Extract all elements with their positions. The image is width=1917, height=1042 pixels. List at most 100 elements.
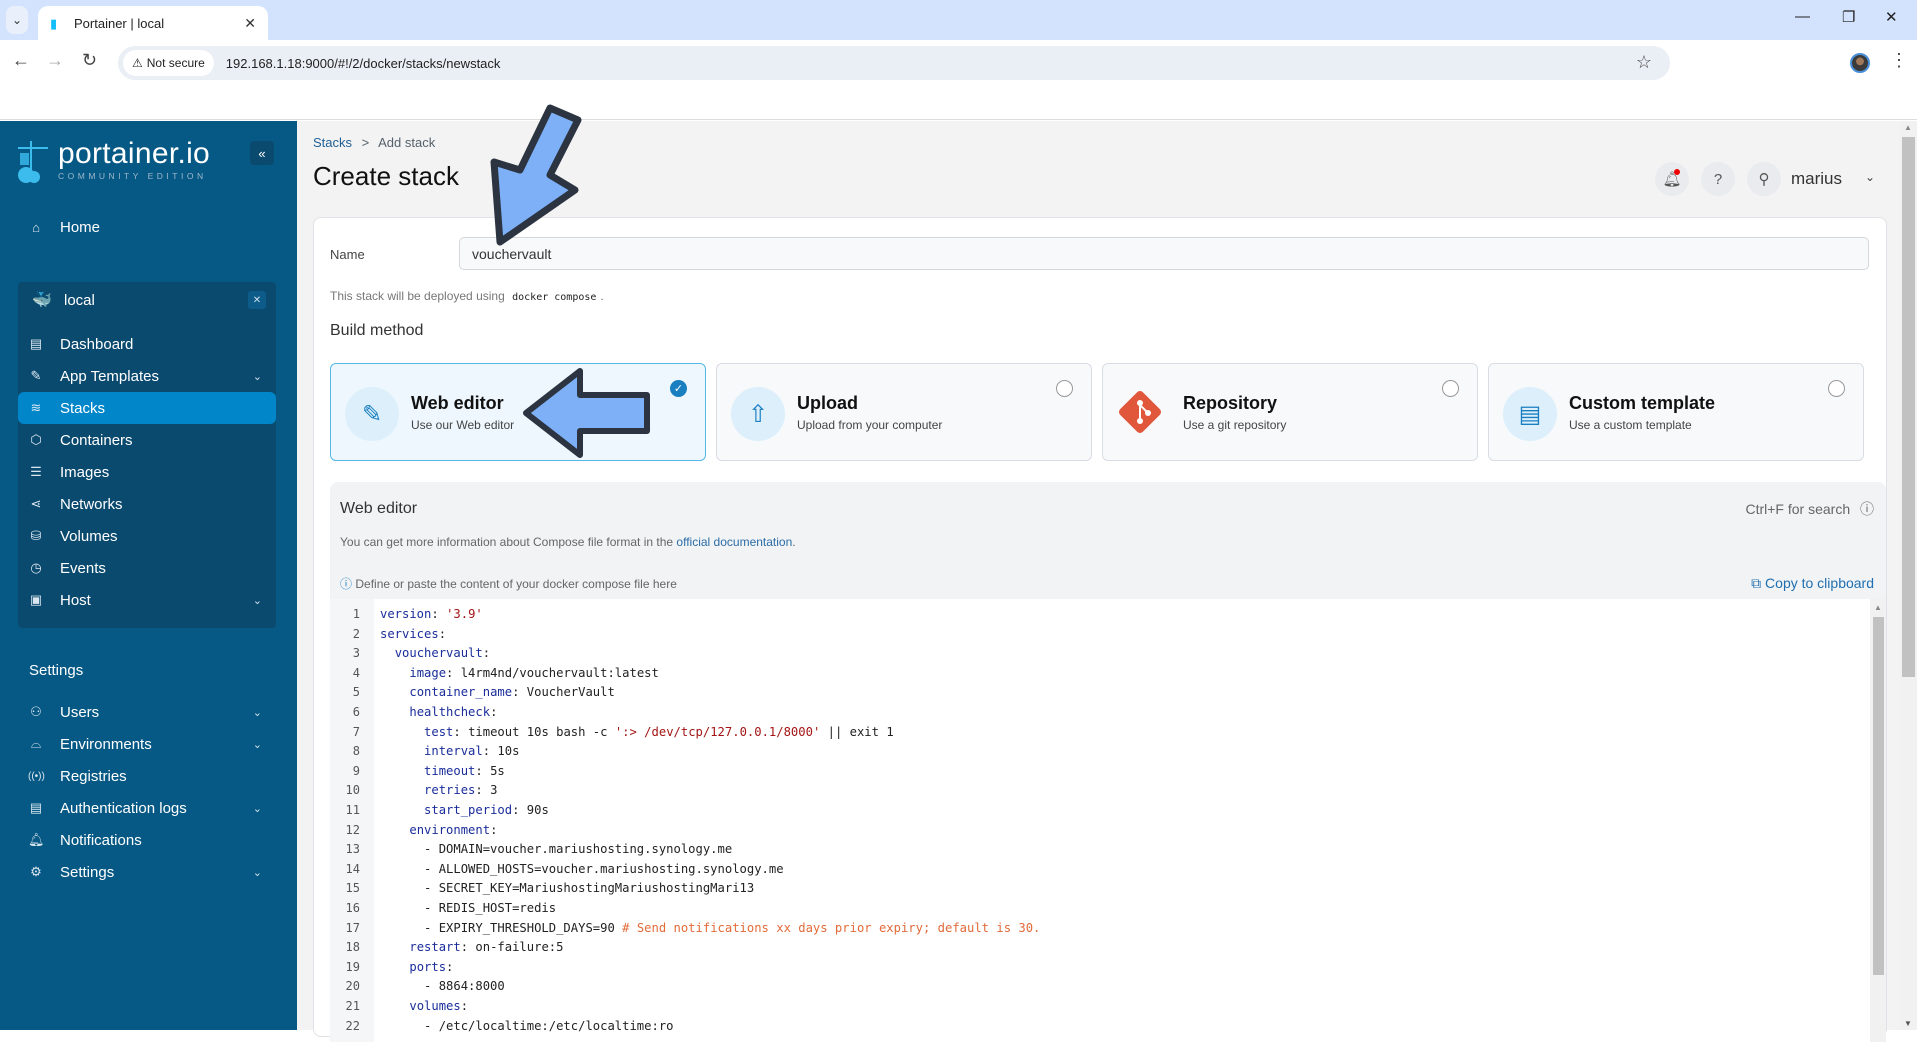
sidebar-item-app-templates[interactable]: ✎ App Templates ⌄ xyxy=(18,360,276,392)
code-line: - 8864:8000 xyxy=(380,979,505,994)
selected-check-icon[interactable]: ✓ xyxy=(670,380,687,397)
notifications-button[interactable]: 🔔︎ xyxy=(1655,162,1689,196)
sidebar-item-networks[interactable]: ⋖ Networks xyxy=(18,488,276,520)
portainer-logo[interactable]: portainer.io COMMUNITY EDITION xyxy=(16,139,210,185)
chevron-down-icon: ⌄ xyxy=(252,594,262,607)
radio-button[interactable] xyxy=(1056,380,1073,397)
security-indicator[interactable]: ⚠ Not secure xyxy=(123,50,214,76)
sidebar-item-registries[interactable]: ((•)) Registries xyxy=(18,760,276,792)
reload-icon[interactable]: ↻ xyxy=(82,50,97,71)
copy-to-clipboard-button[interactable]: ⧉ Copy to clipboard xyxy=(1751,575,1874,592)
gear-icon: ⚙ xyxy=(30,864,42,879)
chevron-down-icon: ⌄ xyxy=(252,866,262,879)
scroll-up-icon[interactable]: ▲ xyxy=(1904,123,1912,132)
list-icon: ☰ xyxy=(30,464,42,479)
bell-icon: 🔔︎ xyxy=(28,832,45,847)
build-method-web-editor[interactable]: ✎ Web editor Use our Web editor ✓ xyxy=(330,363,706,461)
line-number: 15 xyxy=(345,881,360,896)
deploy-hint-suffix: . xyxy=(600,289,604,303)
radio-button[interactable] xyxy=(1442,380,1459,397)
help-button[interactable]: ? xyxy=(1701,162,1735,196)
official-documentation-link[interactable]: official documentation xyxy=(676,535,792,549)
layers-icon: ≋ xyxy=(30,400,42,415)
close-environment-button[interactable]: ✕ xyxy=(248,291,266,309)
build-method-upload[interactable]: ⇧ Upload Upload from your computer xyxy=(716,363,1092,461)
browser-tab[interactable]: ▮ Portainer | local ✕ xyxy=(38,6,268,40)
build-method-title: Build method xyxy=(330,322,424,339)
build-method-custom-template[interactable]: ▤ Custom template Use a custom template xyxy=(1488,363,1864,461)
breadcrumb-stacks-link[interactable]: Stacks xyxy=(313,135,352,150)
close-icon: ✕ xyxy=(252,294,262,306)
sidebar-item-home[interactable]: ⌂ Home xyxy=(18,211,276,243)
line-number: 17 xyxy=(345,920,360,935)
editor-scrollbar[interactable]: ▲ xyxy=(1870,599,1886,1042)
tab-search-button[interactable]: ⌄ xyxy=(6,6,28,34)
compose-info: You can get more information about Compo… xyxy=(340,535,796,549)
sidebar-item-label: Notifications xyxy=(60,831,142,849)
code-line: ports: xyxy=(409,959,454,974)
copy-icon: ⧉ xyxy=(1751,575,1762,591)
line-number: 2 xyxy=(352,626,360,641)
profile-avatar[interactable] xyxy=(1850,53,1870,73)
user-menu-avatar[interactable]: ⚲ xyxy=(1747,162,1781,196)
sidebar-item-containers[interactable]: ⬡ Containers xyxy=(18,424,276,456)
minimize-icon[interactable]: — xyxy=(1795,8,1810,25)
copy-label: Copy to clipboard xyxy=(1765,575,1874,591)
build-method-title-text: Web editor xyxy=(411,393,504,413)
sidebar-item-volumes[interactable]: ⛁ Volumes xyxy=(18,520,276,552)
breadcrumb-current: Add stack xyxy=(378,135,436,150)
editor-scrollbar-thumb[interactable] xyxy=(1873,617,1884,975)
browser-menu-icon[interactable]: ⋮ xyxy=(1890,50,1908,71)
page-scrollbar[interactable]: ▲ ▼ xyxy=(1900,121,1917,1030)
scroll-down-icon[interactable]: ▼ xyxy=(1904,1019,1912,1028)
radio-button[interactable] xyxy=(1828,380,1845,397)
sidebar-item-authentication-logs[interactable]: ▤ Authentication logs ⌄ xyxy=(18,792,276,824)
chevron-down-icon: ⌄ xyxy=(252,706,262,719)
page-scrollbar-thumb[interactable] xyxy=(1902,137,1915,677)
code-line: - SECRET_KEY=MariushostingMariushostingM… xyxy=(380,881,755,896)
sidebar-item-label: Registries xyxy=(60,767,127,785)
share-icon: ⋖ xyxy=(30,496,42,511)
build-method-repository[interactable]: Repository Use a git repository xyxy=(1102,363,1478,461)
info-icon: ⓘ xyxy=(340,577,353,591)
sidebar-item-images[interactable]: ☰ Images xyxy=(18,456,276,488)
environment-header[interactable]: 🐳 local xyxy=(22,284,280,316)
sidebar-item-label: Home xyxy=(60,218,101,236)
restore-icon[interactable]: ❐ xyxy=(1842,8,1855,26)
portainer-logo-icon xyxy=(18,141,48,183)
address-bar[interactable]: ⚠ Not secure 192.168.1.18:9000/#!/2/dock… xyxy=(118,46,1670,80)
code-line: interval: 10s xyxy=(424,744,520,759)
sidebar-item-dashboard[interactable]: ▤ Dashboard xyxy=(18,328,276,360)
code-line: - REDIS_HOST=redis xyxy=(380,901,557,915)
sidebar-item-label: Environments xyxy=(60,735,152,753)
sidebar-item-events[interactable]: ◷ Events xyxy=(18,552,276,584)
sidebar-item-host[interactable]: ▣ Host ⌄ xyxy=(18,584,276,616)
code-editor[interactable]: 1 version: '3.9' 2 services: 3 vouchervault:… xyxy=(330,599,1870,1042)
url-text[interactable]: 192.168.1.18:9000/#!/2/docker/stacks/new… xyxy=(226,56,501,71)
collapse-sidebar-button[interactable]: « xyxy=(250,141,274,165)
sidebar-item-settings[interactable]: ⚙ Settings ⌄ xyxy=(18,856,276,888)
forward-icon[interactable]: → xyxy=(46,50,64,71)
bookmark-star-icon[interactable]: ☆ xyxy=(1636,52,1652,73)
sidebar-item-label: Events xyxy=(60,559,106,577)
sidebar-item-users[interactable]: ⚇ Users ⌄ xyxy=(18,696,276,728)
sidebar-item-environments[interactable]: ⌓ Environments ⌄ xyxy=(18,728,276,760)
sidebar-item-notifications[interactable]: 🔔︎ Notifications xyxy=(18,824,276,856)
close-window-icon[interactable]: ✕ xyxy=(1885,8,1898,26)
back-icon[interactable]: ← xyxy=(12,50,30,71)
help-circle-icon[interactable]: ⓘ xyxy=(1860,501,1874,517)
git-icon xyxy=(1119,391,1161,433)
compose-info-suffix: . xyxy=(792,535,796,549)
sidebar-item-label: Volumes xyxy=(60,527,118,545)
line-number: 21 xyxy=(345,999,360,1013)
sidebar-item-label: Settings xyxy=(60,863,115,881)
username[interactable]: marius xyxy=(1791,169,1842,189)
build-method-title-text: Custom template xyxy=(1569,393,1716,413)
close-tab-icon[interactable]: ✕ xyxy=(244,15,256,32)
settings-heading: Settings xyxy=(29,662,84,679)
build-method-desc: Upload from your computer xyxy=(797,418,943,432)
scroll-up-icon[interactable]: ▲ xyxy=(1874,603,1882,612)
sidebar-item-stacks[interactable]: ≋ Stacks xyxy=(18,392,276,424)
chevron-down-icon[interactable]: ⌄ xyxy=(1865,170,1875,184)
name-input[interactable] xyxy=(459,237,1869,270)
